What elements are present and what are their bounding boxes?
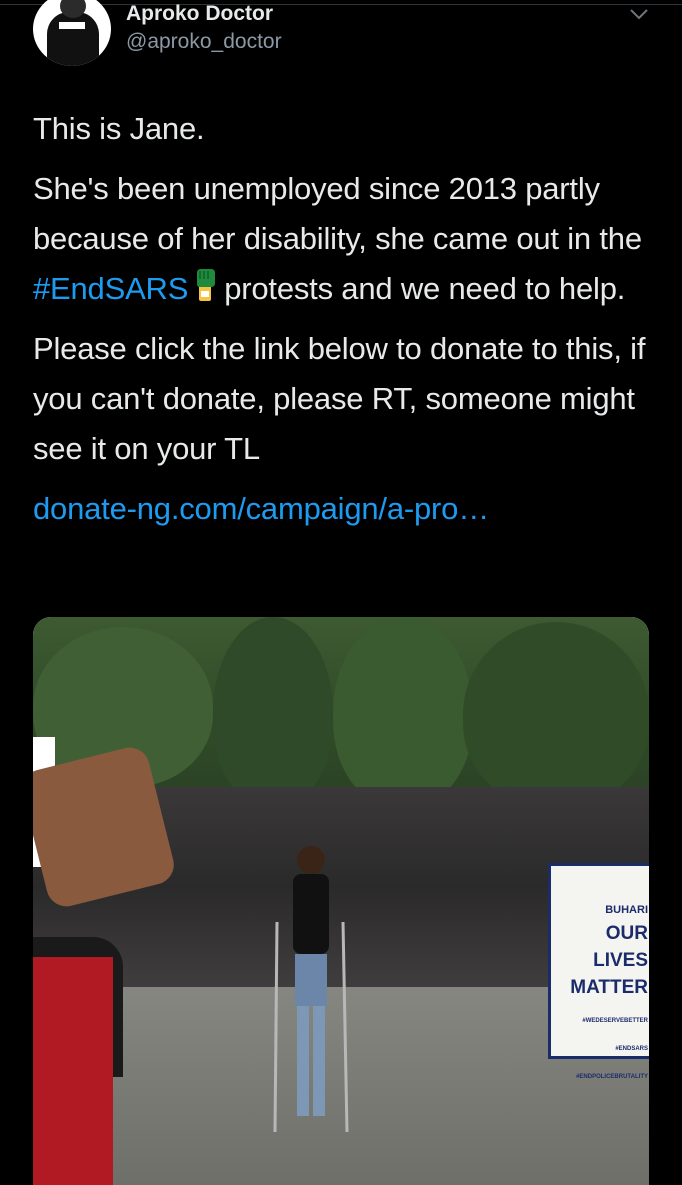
photo-red-shirt [33,957,113,1185]
sign-small-2: #ENDSARS [615,1046,648,1052]
avatar-shirt-tag [59,22,85,29]
tweet-paragraph-2-end: protests and we need to help. [224,271,626,306]
sign-small-1: #WEDESERVEBETTER [582,1018,648,1024]
hashtag-link[interactable]: #EndSARS [33,271,188,306]
tweet-text: This is Jane. She's been unemployed sinc… [33,104,653,544]
avatar-figure-body [47,12,99,66]
author-name[interactable]: Aproko Doctor [126,2,273,26]
photo-woman-on-crutches [273,846,349,1133]
chevron-down-icon[interactable] [628,6,650,22]
tweet-paragraph-3: Please click the link below to donate to… [33,331,646,466]
sign-small-3: #ENDPOLICEBRUTALITY [576,1074,648,1080]
sign-line-1: BUHARI [605,904,648,916]
protest-sign: BUHARI OUR LIVES MATTER #WEDESERVEBETTER… [548,863,649,1080]
author-avatar[interactable] [33,0,111,66]
sign-line-2: OUR [605,923,648,944]
tweet-paragraph-2-start: She's been unemployed since 2013 partly … [33,171,642,256]
raised-fist-icon [197,269,216,301]
tweet-paragraph-2: She's been unemployed since 2013 partly … [33,164,653,314]
donate-link[interactable]: donate-ng.com/campaign/a-pro… [33,491,489,526]
sign-line-3: LIVES [593,950,648,971]
sign-line-4: MATTER [570,977,648,998]
author-handle[interactable]: @aproko_doctor [126,30,282,54]
tweet-photo[interactable]: BUHARI OUR LIVES MATTER #WEDESERVEBETTER… [33,617,649,1185]
tweet-paragraph-1: This is Jane. [33,111,205,146]
